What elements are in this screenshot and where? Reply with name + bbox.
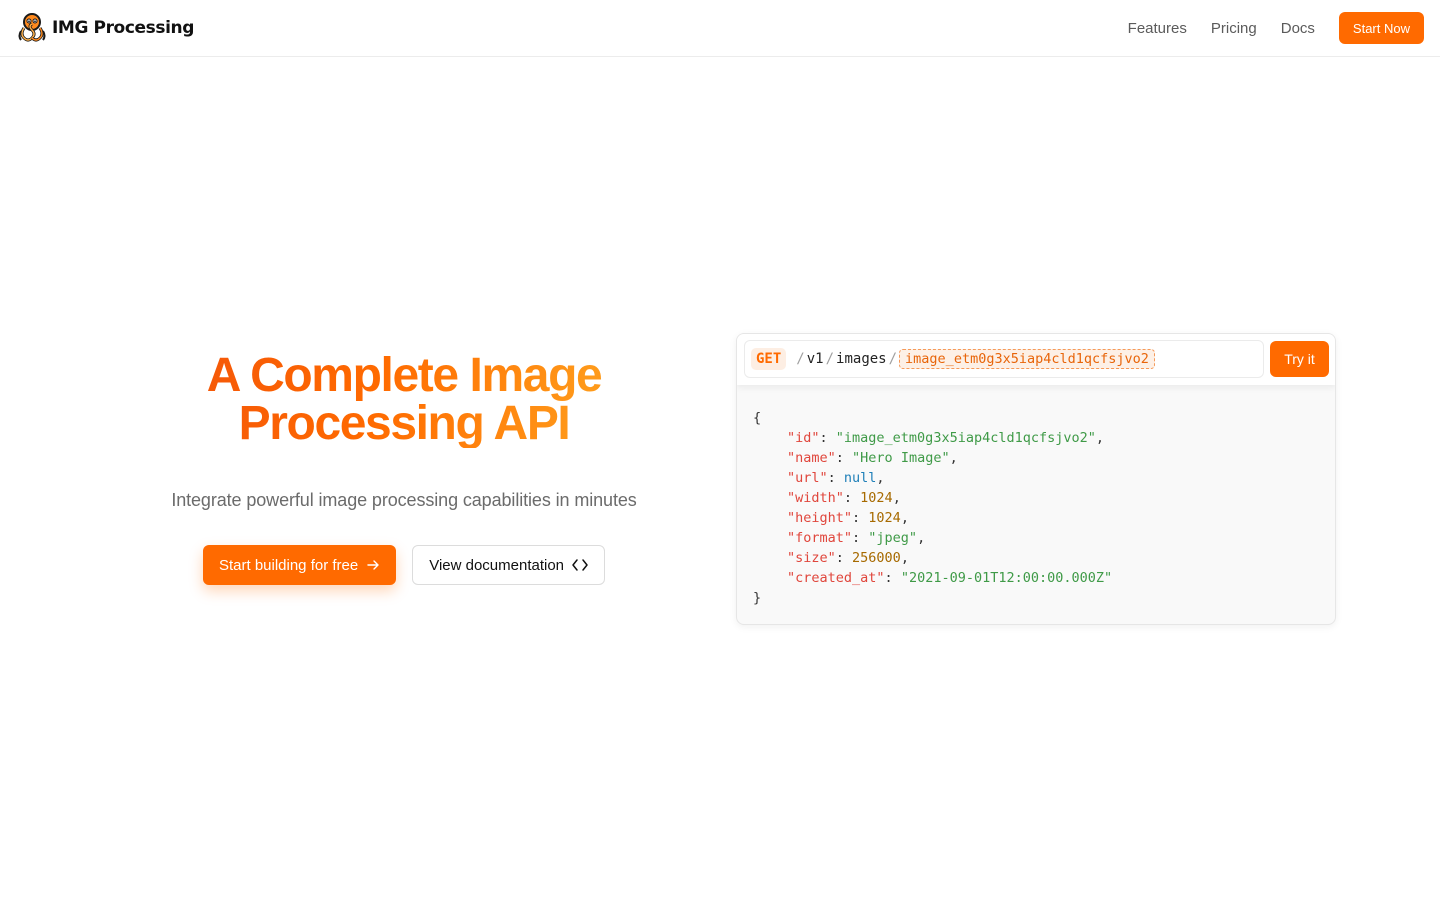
try-it-button[interactable]: Try it xyxy=(1270,341,1329,377)
json-field-format: "format": "jpeg", xyxy=(787,530,926,546)
json-value: 1024 xyxy=(868,510,901,526)
json-key: "height" xyxy=(787,510,853,526)
start-building-button[interactable]: Start building for free xyxy=(202,545,397,585)
hero-section: A Complete Image Processing API Integrat… xyxy=(104,352,704,585)
api-request-bar: GET / v1 / images / image_etm0g3x5iap4cl… xyxy=(737,334,1335,385)
json-response: { "id": "image_etm0g3x5iap4cld1qcfsjvo2",… xyxy=(753,408,1112,608)
hero-actions: Start building for free View documentati… xyxy=(104,545,704,585)
json-value: "Hero Image" xyxy=(852,450,950,466)
view-documentation-label: View documentation xyxy=(429,556,565,574)
json-value: null xyxy=(843,470,877,486)
start-building-label: Start building for free xyxy=(218,556,359,574)
nav-link-docs[interactable]: Docs xyxy=(1281,20,1315,37)
json-key: "url" xyxy=(787,470,828,486)
json-value: "jpeg" xyxy=(868,530,918,546)
json-field-width: "width": 1024, xyxy=(787,490,901,506)
json-key: "id" xyxy=(787,430,820,446)
top-nav: Features Pricing Docs Start Now xyxy=(1128,12,1424,44)
path-segment-resource: images xyxy=(836,351,887,367)
json-field-url: "url": null, xyxy=(787,470,885,486)
json-field-height: "height": 1024, xyxy=(787,510,909,526)
nav-link-features[interactable]: Features xyxy=(1128,20,1187,37)
site-header: IMG Processing Features Pricing Docs Sta… xyxy=(0,0,1440,57)
json-key: "size" xyxy=(787,550,836,566)
arrow-right-icon xyxy=(366,558,380,572)
http-method-badge: GET xyxy=(751,348,787,370)
json-field-id: "id": "image_etm0g3x5iap4cld1qcfsjvo2", xyxy=(787,430,1105,446)
json-value: "image_etm0g3x5iap4cld1qcfsjvo2" xyxy=(835,430,1096,446)
image-id-path-param[interactable]: image_etm0g3x5iap4cld1qcfsjvo2 xyxy=(899,349,1155,369)
start-now-button[interactable]: Start Now xyxy=(1338,12,1424,44)
json-key: "name" xyxy=(787,450,836,466)
hero-title: A Complete Image Processing API xyxy=(104,352,704,448)
json-close-brace: } xyxy=(753,590,762,606)
path-separator: / xyxy=(825,351,835,367)
json-value: "2021-09-01T12:00:00.000Z" xyxy=(900,570,1113,586)
json-field-name: "name": "Hero Image", xyxy=(787,450,958,466)
nav-link-pricing[interactable]: Pricing xyxy=(1211,20,1257,37)
json-value: 256000 xyxy=(852,550,901,566)
path-separator: / xyxy=(888,351,898,367)
path-segment-version: v1 xyxy=(806,351,824,367)
json-key: "format" xyxy=(787,530,853,546)
path-separator: / xyxy=(796,351,805,367)
hero-title-line-2: Processing API xyxy=(238,397,570,450)
brand-logo-link[interactable]: IMG Processing xyxy=(16,11,194,45)
json-key: "width" xyxy=(787,490,844,506)
request-url: GET / v1 / images / image_etm0g3x5iap4cl… xyxy=(744,340,1264,378)
api-demo-card: GET / v1 / images / image_etm0g3x5iap4cl… xyxy=(736,333,1336,625)
json-value: 1024 xyxy=(860,490,893,506)
view-documentation-button[interactable]: View documentation xyxy=(412,545,606,585)
hero-title-line-1: A Complete Image xyxy=(206,349,602,402)
json-key: "created_at" xyxy=(787,570,885,586)
json-open-brace: { xyxy=(753,410,762,426)
code-brackets-icon xyxy=(572,558,588,572)
brand-name: IMG Processing xyxy=(52,18,194,38)
json-field-size: "size": 256000, xyxy=(787,550,909,566)
hero-subtitle: Integrate powerful image processing capa… xyxy=(171,490,637,510)
json-field-created-at: "created_at": "2021-09-01T12:00:00.000Z" xyxy=(787,570,1113,586)
octopus-logo-icon xyxy=(18,13,46,42)
